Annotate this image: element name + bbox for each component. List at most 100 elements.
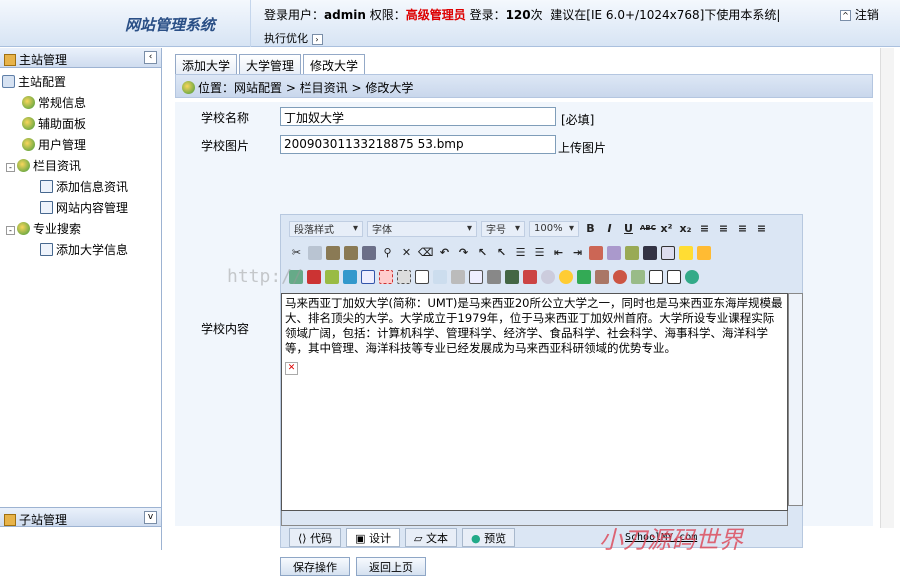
vertical-scrollbar[interactable]: [788, 293, 803, 506]
tree-item-main-config[interactable]: 主站配置: [2, 72, 161, 93]
logout-button[interactable]: ^ 注销: [840, 6, 879, 23]
web-link-icon[interactable]: [505, 269, 519, 284]
media-icon[interactable]: [325, 269, 339, 284]
mode-label: 代码: [310, 532, 333, 545]
page-scrollbar[interactable]: [880, 48, 894, 528]
eraser-icon[interactable]: ⌫: [418, 245, 434, 260]
div-icon[interactable]: [397, 269, 411, 284]
cut-icon[interactable]: ✂: [289, 245, 304, 260]
tab-add-university[interactable]: 添加大学: [175, 54, 238, 74]
hr-icon[interactable]: [451, 269, 465, 284]
textbox-icon[interactable]: [415, 269, 429, 284]
tree-item-columns[interactable]: - 栏目资讯: [2, 156, 161, 177]
tree-item-content-mgmt[interactable]: 网站内容管理: [2, 198, 161, 219]
optimize-link[interactable]: 执行优化 ›: [264, 30, 323, 46]
layer-2-icon[interactable]: [697, 245, 711, 260]
ordered-list-icon[interactable]: ☰: [513, 245, 528, 260]
font-select[interactable]: 字体 ▾: [367, 220, 477, 237]
sidebar-sub-site[interactable]: 子站管理 v: [0, 507, 161, 527]
tree-item-general[interactable]: 常规信息: [2, 93, 161, 114]
frame-icon[interactable]: [661, 245, 675, 260]
table-icon[interactable]: [361, 269, 375, 284]
chart-icon[interactable]: [577, 269, 591, 284]
time-icon[interactable]: [613, 269, 627, 284]
text-icon: ▱: [414, 532, 423, 545]
tree-item-aux-panel[interactable]: 辅助面板: [2, 114, 161, 135]
date-icon[interactable]: [595, 269, 609, 284]
copy-icon[interactable]: [308, 245, 322, 260]
fullscreen-icon[interactable]: [649, 269, 663, 284]
mode-text-button[interactable]: ▱ 文本: [405, 528, 457, 547]
tab-edit-university[interactable]: 修改大学: [303, 54, 366, 76]
paragraph-style-select[interactable]: 段落样式 ▾: [289, 220, 363, 237]
italic-icon[interactable]: I: [602, 221, 617, 236]
align-left-icon[interactable]: ≡: [697, 221, 712, 236]
link-icon[interactable]: [487, 269, 501, 284]
chevron-down-icon[interactable]: v: [144, 511, 157, 524]
unlink-icon[interactable]: [523, 269, 537, 284]
block-color-icon[interactable]: [625, 245, 639, 260]
mode-preview-button[interactable]: ● 预览: [461, 528, 516, 547]
collapse-icon[interactable]: -: [6, 226, 15, 235]
editor-mode-bar: ⟨⟩ 代码 ▣ 设计 ▱ 文本 ● 预览: [289, 528, 516, 547]
school-name-input[interactable]: 丁加奴大学: [280, 107, 556, 126]
upload-image-link[interactable]: 上传图片: [558, 139, 606, 156]
divider: [250, 0, 251, 47]
school-image-input[interactable]: 20090301133218875 53.bmp: [280, 135, 556, 154]
user-label: 登录用户：: [264, 8, 325, 22]
help-icon[interactable]: [667, 269, 681, 284]
back-button[interactable]: 返回上页: [356, 557, 426, 576]
import-icon[interactable]: [631, 269, 645, 284]
collapse-icon[interactable]: -: [6, 163, 15, 172]
remove-format-icon[interactable]: [643, 245, 657, 260]
tree-item-search[interactable]: - 专业搜索: [2, 219, 161, 240]
text-color-icon[interactable]: [589, 245, 603, 260]
tree-item-users[interactable]: 用户管理: [2, 135, 161, 156]
justify-icon[interactable]: ≡: [754, 221, 769, 236]
bold-icon[interactable]: B: [583, 221, 598, 236]
font-size-select[interactable]: 字号 ▾: [481, 220, 525, 237]
tab-manage-university[interactable]: 大学管理: [239, 54, 302, 74]
form-icon[interactable]: [379, 269, 393, 284]
redo-icon[interactable]: ↷: [456, 245, 471, 260]
subscript-icon[interactable]: x₂: [678, 221, 693, 236]
unordered-list-icon[interactable]: ☰: [532, 245, 547, 260]
underline-icon[interactable]: U: [621, 221, 636, 236]
emoticon-icon[interactable]: [559, 269, 573, 284]
layer-icon[interactable]: [679, 245, 693, 260]
paste-text-icon[interactable]: [344, 245, 358, 260]
tree-item-add-university[interactable]: 添加大学信息: [2, 240, 161, 261]
panel-icon: [4, 54, 16, 66]
superscript-icon[interactable]: x²: [659, 221, 674, 236]
mode-design-button[interactable]: ▣ 设计: [346, 528, 400, 547]
bg-color-icon[interactable]: [607, 245, 621, 260]
watermark-url: http://: [227, 266, 303, 287]
tree-item-add-info[interactable]: 添加信息资讯: [2, 177, 161, 198]
editor-content[interactable]: 马来西亚丁加奴大学(简称：UMT)是马来西亚20所公立大学之一，同时也是马来西亚…: [281, 293, 788, 511]
paste-icon[interactable]: [326, 245, 340, 260]
zoom-select[interactable]: 100% ▾: [529, 220, 579, 237]
outdent-icon[interactable]: ⇤: [551, 245, 566, 260]
paste-word-icon[interactable]: [362, 245, 376, 260]
sidebar-header[interactable]: 主站管理 ‹: [0, 48, 161, 68]
save-button[interactable]: 保存操作: [280, 557, 350, 576]
globe-icon[interactable]: [685, 269, 699, 284]
select-icon[interactable]: ↖: [475, 245, 490, 260]
undo-icon[interactable]: ↶: [437, 245, 452, 260]
strikethrough-icon[interactable]: ABC: [640, 221, 656, 236]
flash-icon[interactable]: [307, 269, 321, 284]
align-center-icon[interactable]: ≡: [716, 221, 731, 236]
username: admin: [324, 8, 366, 22]
mode-code-button[interactable]: ⟨⟩ 代码: [289, 528, 342, 547]
file-icon[interactable]: [343, 269, 357, 284]
align-right-icon[interactable]: ≡: [735, 221, 750, 236]
indent-icon[interactable]: ⇥: [570, 245, 585, 260]
anchor-icon[interactable]: [541, 269, 555, 284]
select-all-icon[interactable]: ↖: [494, 245, 509, 260]
delete-icon[interactable]: ✕: [399, 245, 414, 260]
find-icon[interactable]: ⚲: [380, 245, 395, 260]
template-icon[interactable]: [433, 269, 447, 284]
marquee-icon[interactable]: [469, 269, 483, 284]
globe-icon: [22, 96, 35, 109]
collapse-icon[interactable]: ‹: [144, 51, 157, 64]
